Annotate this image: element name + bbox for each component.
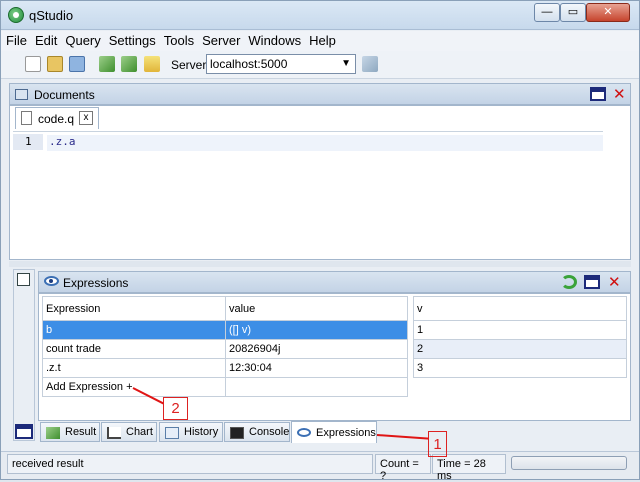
close-button[interactable]: ✕ xyxy=(586,3,630,22)
file-icon xyxy=(21,111,32,125)
status-message: received result xyxy=(7,454,373,474)
run-line-icon[interactable] xyxy=(121,56,137,72)
side-strip xyxy=(13,269,35,441)
eye-icon xyxy=(297,428,311,437)
column-header-value[interactable]: value xyxy=(225,296,408,321)
window-title: qStudio xyxy=(29,8,74,23)
new-file-icon[interactable] xyxy=(25,56,41,72)
table-row[interactable]: 2 xyxy=(413,339,627,359)
expressions-table: Expression value b ([] v) count trade 20… xyxy=(42,296,408,397)
add-server-icon[interactable] xyxy=(362,56,378,72)
refresh-icon[interactable] xyxy=(561,275,577,289)
console-icon xyxy=(230,427,244,439)
menu-bar: File Edit Query Settings Tools Server Windows H… xyxy=(1,31,639,51)
app-window: qStudio — ▭ ✕ File Edit Query Settings Tools… xyxy=(0,0,640,482)
expressions-header: Expressions ✕ xyxy=(38,271,631,293)
tab-chart[interactable]: Chart xyxy=(101,422,157,442)
expressions-title: Expressions xyxy=(63,276,129,290)
documents-header: Documents ✕ xyxy=(9,83,631,105)
tab-result[interactable]: Result xyxy=(40,422,100,442)
history-icon xyxy=(165,427,179,439)
status-count: Count = ? xyxy=(375,454,431,482)
menu-file[interactable]: File xyxy=(1,31,30,48)
window-icon[interactable] xyxy=(15,424,33,439)
menu-query[interactable]: Query xyxy=(60,31,103,48)
value-cell[interactable]: 20826904j xyxy=(225,339,408,359)
tab-console-label: Console xyxy=(249,426,290,438)
tab-chart-label: Chart xyxy=(126,426,153,438)
open-folder-icon[interactable] xyxy=(47,56,63,72)
progress-bar xyxy=(511,456,627,470)
annotation-2: 2 xyxy=(163,397,188,420)
v-cell[interactable]: 2 xyxy=(413,339,627,359)
chart-icon xyxy=(107,427,121,439)
splitter[interactable] xyxy=(9,261,631,267)
expr-cell[interactable]: count trade xyxy=(42,339,226,359)
maximize-button[interactable]: ▭ xyxy=(560,3,586,22)
close-panel-icon[interactable]: ✕ xyxy=(613,85,626,103)
table-row[interactable]: count trade 20826904j xyxy=(42,339,408,359)
tab-expressions[interactable]: Expressions xyxy=(291,421,377,443)
save-icon[interactable] xyxy=(69,56,85,72)
tab-expressions-label: Expressions xyxy=(316,427,376,439)
table-row[interactable]: b ([] v) xyxy=(42,320,408,340)
result-table: v 1 2 3 xyxy=(413,296,627,378)
menu-edit[interactable]: Edit xyxy=(30,31,60,48)
tab-console[interactable]: Console xyxy=(224,422,290,442)
copy-icon[interactable] xyxy=(17,273,30,286)
menu-server[interactable]: Server xyxy=(197,31,243,48)
tab-result-label: Result xyxy=(65,426,97,438)
tab-close-button[interactable]: x xyxy=(79,111,93,125)
expr-cell[interactable]: .z.t xyxy=(42,358,226,378)
chevron-down-icon: ▼ xyxy=(341,58,351,69)
menu-windows[interactable]: Windows xyxy=(243,31,304,48)
column-header-v[interactable]: v xyxy=(413,296,627,321)
maximize-expressions-icon[interactable] xyxy=(584,275,600,289)
menu-settings[interactable]: Settings xyxy=(104,31,159,48)
table-row[interactable]: 3 xyxy=(413,358,627,378)
table-row[interactable]: .z.t 12:30:04 xyxy=(42,358,408,378)
close-expressions-icon[interactable]: ✕ xyxy=(608,273,621,291)
add-expression-row[interactable]: Add Expression + xyxy=(42,377,408,397)
warning-icon[interactable] xyxy=(144,56,160,72)
result-icon xyxy=(46,427,60,439)
menu-tools[interactable]: Tools xyxy=(159,31,197,48)
server-select-value: localhost:5000 xyxy=(210,57,288,71)
v-cell[interactable]: 3 xyxy=(413,358,627,378)
tab-code-q[interactable]: code.q x xyxy=(15,107,99,129)
server-label: Server: xyxy=(171,58,210,72)
tab-history-label: History xyxy=(184,426,219,438)
documents-title: Documents xyxy=(34,88,95,102)
documents-icon xyxy=(15,89,28,100)
column-header-expression[interactable]: Expression xyxy=(42,296,226,321)
server-select[interactable]: localhost:5000 ▼ xyxy=(206,54,356,74)
menu-help[interactable]: Help xyxy=(304,31,339,48)
code-line[interactable]: .z.a xyxy=(47,135,603,151)
eye-icon xyxy=(44,276,59,286)
expr-cell[interactable]: b xyxy=(42,320,226,340)
maximize-panel-icon[interactable] xyxy=(590,87,606,101)
tab-code-label: code.q xyxy=(38,112,75,126)
minimize-button[interactable]: — xyxy=(534,3,560,22)
status-time: Time = 28 ms xyxy=(432,454,506,482)
annotation-1: 1 xyxy=(428,431,447,457)
v-cell[interactable]: 1 xyxy=(413,320,627,340)
title-bar: qStudio — ▭ ✕ xyxy=(1,1,639,30)
empty-cell xyxy=(225,377,408,397)
run-icon[interactable] xyxy=(99,56,115,72)
line-number: 1 xyxy=(25,135,32,148)
qstudio-logo-icon xyxy=(8,7,24,23)
value-cell[interactable]: 12:30:04 xyxy=(225,358,408,378)
tab-history[interactable]: History xyxy=(159,422,223,442)
table-row[interactable]: 1 xyxy=(413,320,627,340)
value-cell[interactable]: ([] v) xyxy=(225,320,408,340)
